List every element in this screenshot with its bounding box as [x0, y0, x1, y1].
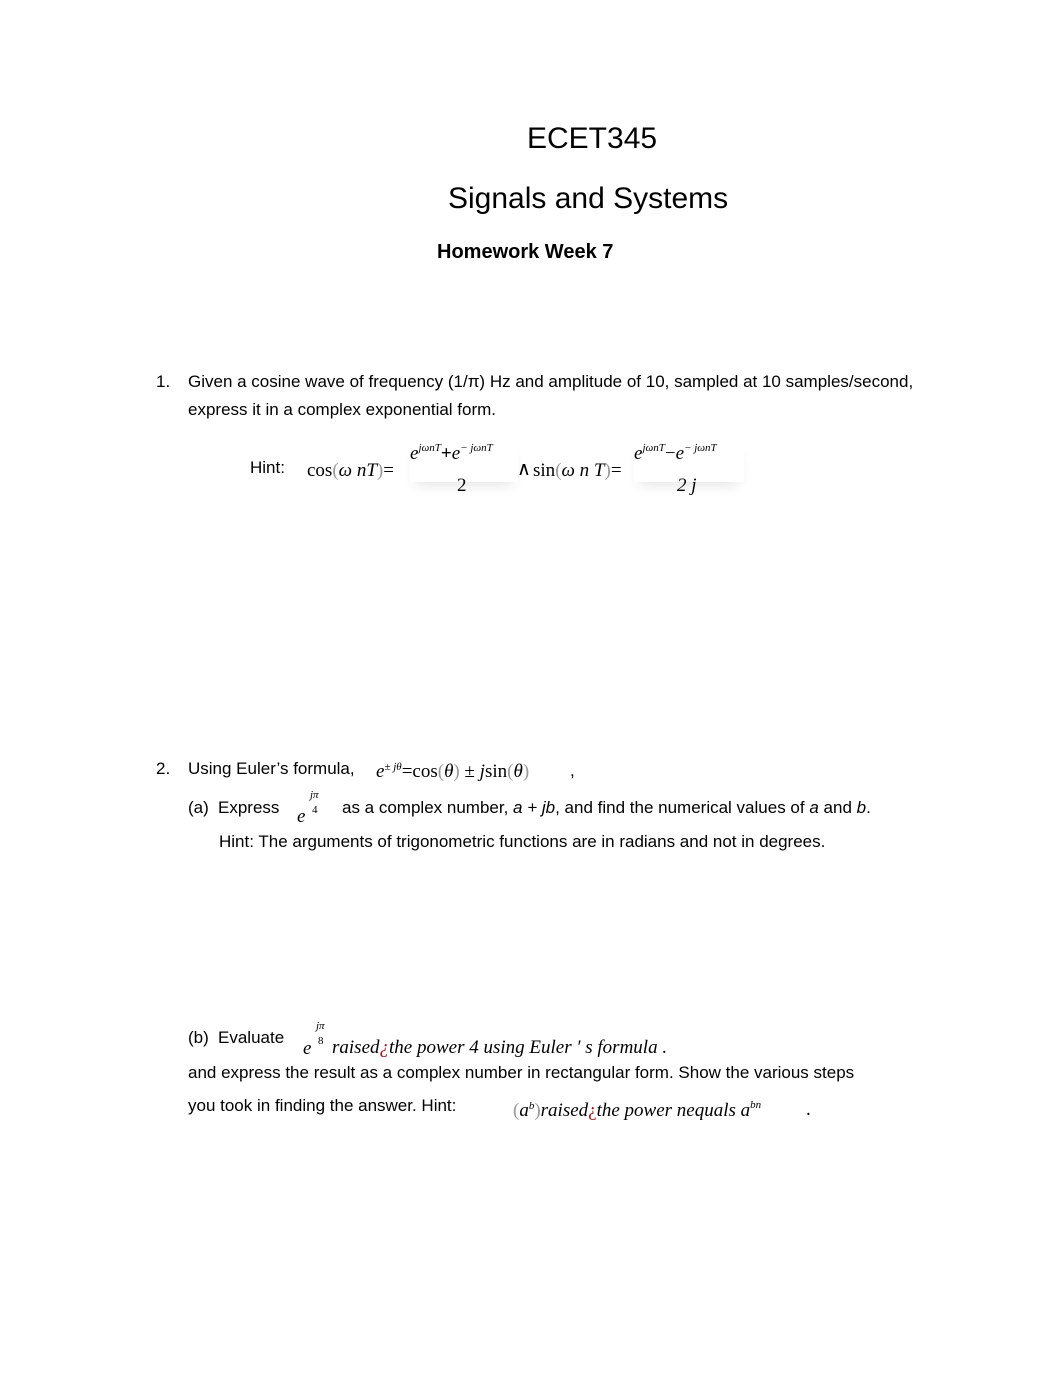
logical-and: ∧	[517, 459, 531, 480]
q2b-hint-period: .	[806, 1099, 811, 1120]
euler-formula: e± jθ=cos(θ) ± jsin(θ)	[376, 761, 530, 782]
cos-function: cos(ω nT)=	[307, 460, 394, 481]
sin-fraction-denominator: 2 j	[677, 475, 697, 496]
q2a-text: as a complex number, a + jb, and find th…	[342, 798, 871, 817]
q1-text-line2: express it in a complex exponential form…	[188, 400, 497, 419]
q2b-verb: Evaluate	[218, 1028, 285, 1047]
q2b-exp-num: jπ	[316, 1020, 325, 1032]
q2b-hint-expression: (ab)raised¿the power nequals abn	[513, 1099, 762, 1121]
q2b-e: e	[303, 1038, 312, 1059]
q1-text-line1: Given a cosine wave of frequency (1/π) H…	[188, 372, 914, 391]
q2a-label: (a)	[188, 798, 209, 817]
q2b-line2: and express the result as a complex numb…	[188, 1063, 855, 1082]
assignment-title: Homework Week 7	[437, 241, 614, 263]
course-subject: Signals and Systems	[448, 182, 729, 215]
q2b-line3: you took in finding the answer. Hint:	[188, 1096, 457, 1115]
equals: =	[383, 460, 394, 481]
q2a-exp-den: 4	[312, 804, 318, 816]
q2b-expression: raised¿the power 4 using Euler ′ s formu…	[332, 1037, 668, 1058]
q1-hint-label: Hint:	[250, 458, 285, 477]
cos-fraction-denominator: 2	[457, 475, 467, 496]
q1-number: 1.	[156, 372, 171, 391]
q2a-verb: Express	[218, 798, 280, 817]
q2-intro: Using Euler’s formula,	[188, 759, 355, 778]
q2b-exp-den: 8	[318, 1035, 324, 1047]
sin-function: sin(ω n T)=	[533, 460, 622, 481]
cos-label: cos	[307, 460, 333, 481]
q2a-hint: Hint: The arguments of trigonometric fun…	[219, 832, 826, 851]
q2a-exp-num: jπ	[310, 789, 319, 801]
course-code: ECET345	[527, 122, 658, 155]
q2a-e: e	[297, 806, 306, 827]
q2b-label: (b)	[188, 1028, 209, 1047]
cos-argument: ω nT	[338, 460, 377, 481]
missing-glyph: ¿	[379, 1037, 390, 1058]
q2-number: 2.	[156, 759, 171, 778]
euler-comma: ,	[570, 761, 575, 780]
